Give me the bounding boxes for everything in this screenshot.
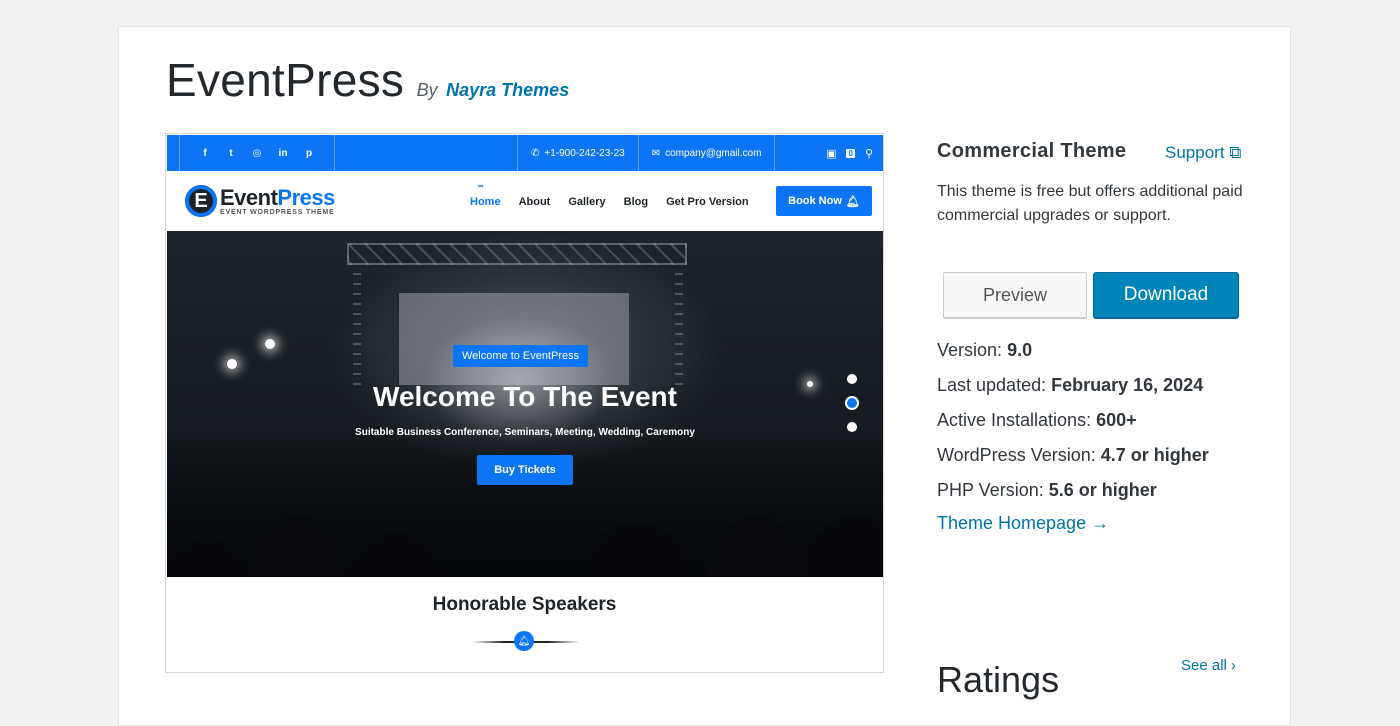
commercial-theme-title: Commercial Theme	[937, 140, 1127, 162]
chevron-right-icon: ›	[1231, 657, 1237, 674]
stage-light	[265, 339, 275, 349]
instagram-icon: ◎	[252, 147, 262, 159]
theme-homepage-link[interactable]: Theme Homepage →	[937, 513, 1109, 534]
theme-header: EventPress By Nayra Themes	[166, 53, 569, 107]
logo-mark: E	[185, 185, 217, 217]
topbar-tools: ▣ 0 ⚲	[826, 135, 873, 171]
linkedin-icon: in	[278, 147, 288, 159]
social-icons: f t ◎ in p	[179, 135, 335, 171]
preview-button[interactable]: Preview	[943, 272, 1087, 318]
nav-item-about: About	[518, 196, 551, 208]
twitter-icon: t	[229, 147, 233, 159]
hero-title: Welcome To The Event	[373, 381, 677, 412]
nav-item-gallery: Gallery	[568, 196, 606, 208]
cart-icon: ▣	[826, 147, 837, 160]
bell-icon: 🔔︎	[514, 631, 534, 651]
commercial-description: This theme is free but offers additional…	[937, 183, 1243, 224]
theme-screenshot: f t ◎ in p ✆ +1-900-242-23-23 ✉ company@…	[165, 133, 884, 673]
phone-number: +1-900-242-23-23	[544, 147, 625, 159]
stage-light	[227, 359, 237, 369]
nav-item-blog: Blog	[623, 196, 649, 208]
contact-info: ✆ +1-900-242-23-23 ✉ company@gmail.com	[517, 135, 776, 171]
see-all-link[interactable]: See all ›	[1181, 657, 1236, 674]
nav-item-home: Home	[470, 184, 501, 208]
hero-banner: Welcome to EventPress Welcome To The Eve…	[167, 231, 883, 577]
screenshot-nav: Home About Gallery Blog Get Pro Version	[470, 184, 749, 208]
external-link-icon: ⧉	[1229, 143, 1242, 162]
book-now-button: Book Now 🔔︎	[776, 186, 872, 216]
cart-count: 0	[846, 148, 855, 158]
speakers-heading: Honorable Speakers	[432, 594, 617, 615]
meta-wordpress-version: WordPress Version: 4.7 or higher	[937, 445, 1209, 465]
hero-subtitle: Suitable Business Conference, Seminars, …	[355, 427, 695, 438]
phone-info: ✆ +1-900-242-23-23	[518, 135, 639, 171]
download-button[interactable]: Download	[1093, 272, 1239, 318]
slider-dot-1	[847, 374, 857, 384]
slider-dot-3	[847, 422, 857, 432]
support-link[interactable]: Support ⧉	[1165, 143, 1241, 163]
logo-word: EventPress	[220, 184, 335, 210]
pinterest-icon: p	[305, 147, 313, 159]
mail-icon: ✉	[651, 147, 661, 159]
ratings-heading: Ratings	[937, 659, 1060, 700]
eventpress-logo: E EventPress EVENT WORDPRESS THEME	[185, 185, 335, 217]
meta-active-installations: Active Installations: 600+	[937, 410, 1137, 430]
email-info: ✉ company@gmail.com	[639, 135, 776, 171]
meta-php-version: PHP Version: 5.6 or higher	[937, 480, 1157, 500]
theme-card: EventPress By Nayra Themes f t ◎ in p ✆ …	[118, 26, 1291, 726]
buy-tickets-button: Buy Tickets	[477, 455, 573, 485]
slider-dot-2	[847, 398, 857, 408]
logo-tagline: EVENT WORDPRESS THEME	[220, 208, 335, 216]
screenshot-header: E EventPress EVENT WORDPRESS THEME Home …	[167, 171, 883, 231]
hero-badge: Welcome to EventPress	[453, 345, 589, 367]
email-address: company@gmail.com	[665, 147, 762, 159]
meta-version: Version: 9.0	[937, 340, 1033, 360]
search-icon: ⚲	[864, 147, 873, 160]
nav-item-get-pro: Get Pro Version	[666, 196, 749, 208]
stage-truss	[347, 243, 687, 265]
stage-screen	[399, 293, 629, 385]
by-label: By	[416, 80, 438, 100]
crowd-silhouette	[167, 427, 883, 577]
phone-icon: ✆	[531, 147, 540, 159]
facebook-icon: f	[203, 147, 207, 159]
author-link[interactable]: Nayra Themes	[446, 80, 569, 100]
theme-name: EventPress	[166, 54, 405, 106]
screenshot-topbar: f t ◎ in p ✆ +1-900-242-23-23 ✉ company@…	[167, 135, 883, 171]
bell-icon: 🔔︎	[845, 195, 860, 208]
meta-last-updated: Last updated: February 16, 2024	[937, 375, 1204, 395]
